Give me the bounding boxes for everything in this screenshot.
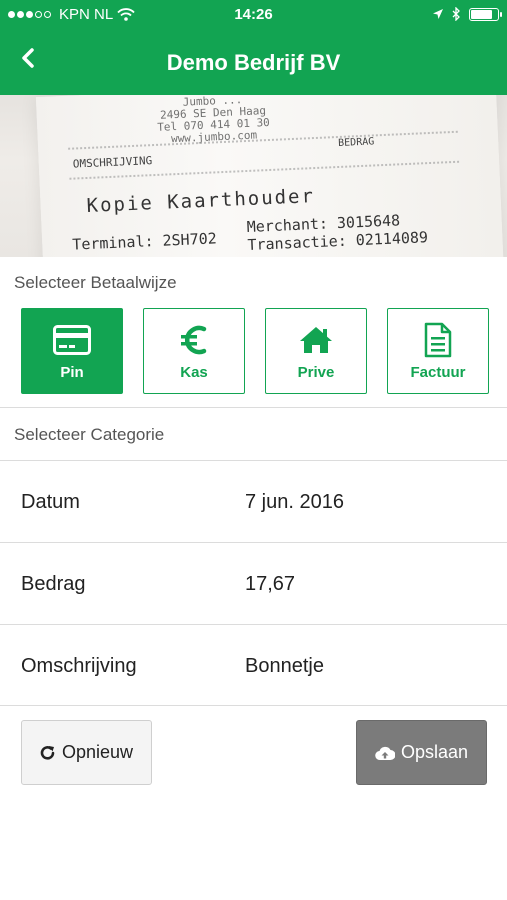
field-row-bedrag[interactable]: Bedrag 17,67: [0, 543, 507, 625]
save-button-label: Opslaan: [400, 742, 469, 762]
receipt-merchant: Merchant: 3015648 Transactie: 02114089: [246, 210, 428, 254]
status-right: [432, 7, 502, 21]
top-bar: KPN NL 14:26 Demo Bedrijf BV: [0, 0, 507, 95]
credit-card-icon: [53, 324, 91, 355]
page-title: Demo Bedrijf BV: [166, 50, 341, 75]
refresh-icon: [40, 745, 55, 760]
bluetooth-icon: [452, 7, 460, 21]
divider: [0, 407, 507, 408]
field-value: 7 jun. 2016: [245, 491, 344, 513]
receipt-image: Jumbo ... 2496 SE Den Haag Tel 070 414 0…: [35, 95, 505, 257]
document-icon: [424, 322, 452, 357]
save-button[interactable]: Opslaan: [356, 720, 487, 785]
divider: [0, 705, 507, 706]
field-label: Omschrijving: [21, 655, 137, 677]
payment-option-prive[interactable]: Prive: [265, 308, 367, 394]
field-label: Datum: [21, 491, 80, 513]
euro-icon: [181, 325, 207, 354]
payment-option-factuur[interactable]: Factuur: [387, 308, 489, 394]
reset-button-label: Opnieuw: [61, 742, 134, 762]
payment-option-label: Kas: [180, 363, 208, 381]
field-row-datum[interactable]: Datum 7 jun. 2016: [0, 461, 507, 543]
receipt-store-lines: Jumbo ... 2496 SE Den Haag Tel 070 414 0…: [156, 95, 271, 146]
status-bar: KPN NL 14:26: [0, 0, 507, 30]
payment-options: Pin Kas Prive Factuur: [21, 308, 489, 394]
receipt-terminal: Terminal: 2SH702: [71, 229, 218, 254]
receipt-copy-text: Kopie Kaarthouder: [86, 185, 316, 218]
payment-option-kas[interactable]: Kas: [143, 308, 245, 394]
payment-option-pin[interactable]: Pin: [21, 308, 123, 394]
receipt-photo: Jumbo ... 2496 SE Den Haag Tel 070 414 0…: [0, 95, 507, 257]
receipt-col-desc: OMSCHRIJVING: [72, 154, 153, 171]
payment-option-label: Prive: [297, 363, 335, 381]
status-time: 14:26: [234, 6, 273, 23]
reset-button[interactable]: Opnieuw: [21, 720, 152, 785]
cloud-upload-icon: [375, 746, 395, 760]
field-row-omschrijving[interactable]: Omschrijving Bonnetje: [0, 625, 507, 707]
location-arrow-icon: [433, 9, 443, 19]
battery-level: [471, 9, 493, 19]
category-selector[interactable]: Selecteer Categorie: [14, 425, 164, 445]
field-value: 17,67: [245, 573, 296, 595]
payment-option-label: Factuur: [410, 363, 466, 381]
home-icon: [300, 326, 332, 353]
battery-icon: [469, 7, 502, 21]
field-label: Bedrag: [21, 573, 86, 595]
payment-section-label: Selecteer Betaalwijze: [14, 273, 177, 292]
field-value: Bonnetje: [245, 655, 324, 677]
receipt-col-amount: BEDRAG: [337, 136, 375, 149]
payment-option-label: Pin: [60, 363, 84, 381]
